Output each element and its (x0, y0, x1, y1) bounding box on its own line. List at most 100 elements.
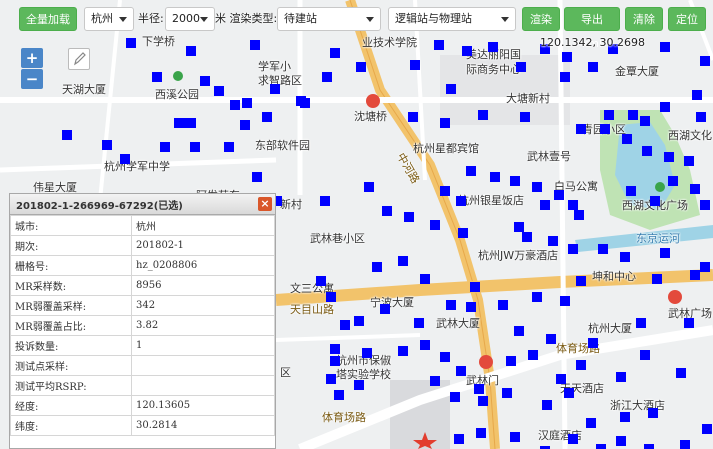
site-marker[interactable] (560, 296, 570, 306)
site-marker[interactable] (262, 112, 272, 122)
zoom-in-button[interactable]: + (21, 48, 43, 68)
site-marker[interactable] (354, 380, 364, 390)
site-marker[interactable] (430, 220, 440, 230)
site-marker[interactable] (214, 86, 224, 96)
site-marker[interactable] (586, 418, 596, 428)
site-marker[interactable] (466, 302, 476, 312)
site-marker[interactable] (690, 270, 700, 280)
site-marker[interactable] (458, 228, 468, 238)
site-marker[interactable] (548, 236, 558, 246)
site-marker[interactable] (474, 384, 484, 394)
site-marker[interactable] (620, 412, 630, 422)
site-marker[interactable] (692, 90, 702, 100)
site-marker[interactable] (200, 76, 210, 86)
site-marker[interactable] (636, 318, 646, 328)
site-marker[interactable] (240, 120, 250, 130)
site-marker[interactable] (446, 300, 456, 310)
site-marker[interactable] (320, 196, 330, 206)
site-marker[interactable] (488, 42, 498, 52)
site-marker[interactable] (516, 62, 526, 72)
site-marker[interactable] (470, 282, 480, 292)
site-marker[interactable] (440, 186, 450, 196)
site-marker[interactable] (382, 206, 392, 216)
site-marker[interactable] (410, 60, 420, 70)
site-marker[interactable] (564, 388, 574, 398)
site-marker[interactable] (330, 48, 340, 58)
site-marker[interactable] (684, 318, 694, 328)
zoom-out-button[interactable]: − (21, 69, 43, 89)
site-marker[interactable] (126, 38, 136, 48)
site-marker[interactable] (616, 436, 626, 446)
site-marker[interactable] (490, 172, 500, 182)
site-marker[interactable] (576, 276, 586, 286)
site-marker[interactable] (340, 320, 350, 330)
site-marker[interactable] (664, 152, 674, 162)
site-marker[interactable] (540, 200, 550, 210)
site-marker[interactable] (462, 46, 472, 56)
site-marker[interactable] (622, 134, 632, 144)
site-marker[interactable] (576, 124, 586, 134)
site-marker[interactable] (616, 372, 626, 382)
site-marker[interactable] (190, 142, 200, 152)
site-marker[interactable] (450, 392, 460, 402)
site-marker[interactable] (506, 356, 516, 366)
site-marker[interactable] (652, 274, 662, 284)
site-marker[interactable] (476, 428, 486, 438)
site-marker[interactable] (650, 196, 660, 206)
site-marker[interactable] (398, 346, 408, 356)
site-marker[interactable] (330, 344, 340, 354)
site-marker[interactable] (250, 40, 260, 50)
site-marker[interactable] (326, 374, 336, 384)
site-marker[interactable] (456, 366, 466, 376)
site-marker[interactable] (160, 142, 170, 152)
site-marker[interactable] (502, 388, 512, 398)
clear-button[interactable]: 清除 (625, 7, 663, 31)
site-marker[interactable] (478, 396, 488, 406)
site-marker[interactable] (440, 352, 450, 362)
site-marker[interactable] (186, 118, 196, 128)
site-marker[interactable] (700, 262, 710, 272)
site-marker[interactable] (576, 360, 586, 370)
site-marker[interactable] (440, 118, 450, 128)
site-marker[interactable] (640, 116, 650, 126)
site-marker[interactable] (696, 112, 706, 122)
draw-tool-button[interactable] (68, 48, 90, 70)
site-marker[interactable] (568, 200, 578, 210)
render-button[interactable]: 渲染 (522, 7, 560, 31)
site-marker[interactable] (514, 326, 524, 336)
site-marker[interactable] (498, 300, 508, 310)
site-marker[interactable] (660, 102, 670, 112)
site-marker[interactable] (640, 350, 650, 360)
city-select[interactable]: 杭州 (84, 7, 134, 31)
site-marker[interactable] (356, 62, 366, 72)
site-marker[interactable] (660, 248, 670, 258)
site-marker[interactable] (454, 434, 464, 444)
site-marker[interactable] (434, 40, 444, 50)
site-marker[interactable] (604, 110, 614, 120)
site-marker[interactable] (702, 424, 712, 434)
site-marker[interactable] (62, 130, 72, 140)
site-marker[interactable] (680, 440, 690, 449)
site-marker[interactable] (684, 156, 694, 166)
site-marker[interactable] (648, 408, 658, 418)
export-kml-button[interactable]: 导出kml (564, 7, 620, 50)
site-marker[interactable] (596, 444, 606, 449)
site-marker[interactable] (398, 256, 408, 266)
site-marker[interactable] (532, 292, 542, 302)
site-marker[interactable] (560, 72, 570, 82)
site-marker[interactable] (562, 52, 572, 62)
site-marker[interactable] (514, 222, 524, 232)
site-marker[interactable] (528, 350, 538, 360)
site-marker[interactable] (364, 182, 374, 192)
site-marker[interactable] (322, 72, 332, 82)
site-marker[interactable] (644, 444, 654, 449)
site-marker[interactable] (568, 434, 578, 444)
site-marker[interactable] (120, 154, 130, 164)
site-marker[interactable] (676, 368, 686, 378)
site-marker[interactable] (620, 252, 630, 262)
site-marker[interactable] (700, 56, 710, 66)
site-marker[interactable] (466, 166, 476, 176)
site-marker[interactable] (520, 112, 530, 122)
site-marker[interactable] (546, 334, 556, 344)
site-marker[interactable] (668, 176, 678, 186)
